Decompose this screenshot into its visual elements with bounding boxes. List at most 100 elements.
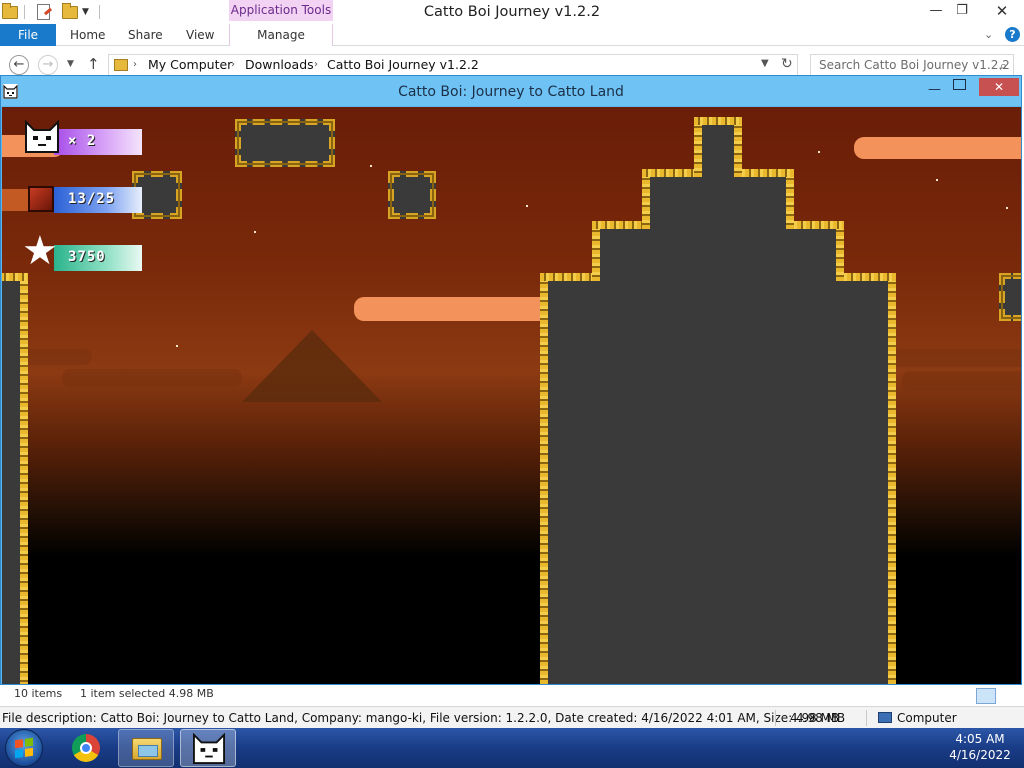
chevron-down-icon[interactable]: ▼	[761, 58, 769, 69]
customize-toolbar-dropdown[interactable]: ▼	[82, 7, 89, 17]
game-minimize-button[interactable]: —	[928, 82, 941, 97]
close-button[interactable]: ✕	[980, 0, 1024, 22]
clock-time: 4:05 AM	[955, 732, 1005, 746]
tower-edge	[734, 119, 742, 177]
box-icon	[28, 186, 54, 212]
new-folder-icon[interactable]	[62, 2, 78, 19]
background-haze	[892, 349, 1021, 367]
background-star	[1006, 207, 1008, 209]
tower-edge	[788, 221, 844, 229]
star-icon: ★	[22, 228, 58, 274]
large-icons-view-button[interactable]	[999, 688, 1019, 704]
background-star	[818, 151, 820, 153]
status-bar: 10 items 1 item selected 4.98 MB	[0, 686, 1024, 706]
game-maximize-button[interactable]	[953, 79, 966, 90]
tower-edge	[592, 221, 648, 229]
score-value: 3750	[68, 249, 106, 265]
windows-logo-icon	[15, 737, 33, 759]
tab-manage[interactable]: Manage	[229, 24, 333, 46]
tower-edge	[888, 273, 896, 684]
game-window: Catto Boi: Journey to Catto Land — ✕ × 2…	[0, 75, 1022, 685]
folder-icon	[132, 738, 162, 760]
cat-icon	[193, 733, 225, 765]
cat-icon	[25, 120, 59, 153]
background-star	[526, 205, 528, 207]
background-pyramid	[242, 330, 382, 402]
refresh-icon[interactable]: ↻	[781, 56, 793, 72]
location-label: Computer	[897, 711, 957, 725]
minimize-button[interactable]: —	[922, 0, 950, 22]
taskbar-file-explorer[interactable]	[118, 729, 174, 767]
start-button[interactable]	[5, 729, 43, 767]
tab-view[interactable]: View	[186, 24, 214, 46]
search-input[interactable]: Search Catto Boi Journey v1.2.2 ⌕	[810, 54, 1014, 76]
chevron-down-icon[interactable]: ⌄	[984, 28, 993, 41]
floating-block	[388, 171, 436, 219]
breadcrumb-separator[interactable]: ›	[314, 57, 318, 73]
folder-icon[interactable]	[2, 2, 18, 19]
tower-edge	[736, 169, 794, 177]
tab-file[interactable]: File	[0, 24, 56, 46]
selection-size: 4.98 MB	[790, 711, 840, 725]
tower-edge	[540, 273, 598, 281]
tower-body	[592, 223, 844, 283]
lives-count: × 2	[68, 133, 97, 149]
forward-button[interactable]: →	[38, 55, 58, 75]
background-star	[254, 231, 256, 233]
hud-lives: × 2	[24, 120, 142, 155]
address-bar[interactable]: › My Computer › Downloads › Catto Boi Jo…	[108, 54, 798, 76]
recent-locations-dropdown[interactable]: ▼	[67, 59, 74, 69]
up-button[interactable]: ↑	[87, 55, 100, 73]
tab-home[interactable]: Home	[70, 24, 105, 46]
tower-body	[540, 273, 896, 684]
tower-edge	[838, 273, 896, 281]
background-cloud	[354, 297, 554, 321]
game-close-button[interactable]: ✕	[979, 78, 1019, 96]
clock-date: 4/16/2022	[949, 748, 1011, 762]
divider	[24, 5, 25, 19]
tab-share[interactable]: Share	[128, 24, 163, 46]
details-view-button[interactable]	[976, 688, 996, 704]
ribbon-tabs: File Home Share View	[0, 24, 1024, 46]
left-pillar-edge	[20, 275, 28, 684]
floating-block	[235, 119, 335, 167]
selection-info: 1 item selected 4.98 MB	[80, 687, 214, 700]
help-icon[interactable]: ?	[1005, 27, 1020, 42]
breadcrumb-downloads[interactable]: Downloads	[245, 57, 314, 73]
taskbar-chrome[interactable]	[58, 729, 114, 767]
tower-edge	[642, 169, 700, 177]
search-icon[interactable]: ⌕	[1000, 57, 1007, 77]
tower-edge	[786, 171, 794, 229]
search-placeholder: Search Catto Boi Journey v1.2.2	[819, 58, 1010, 72]
system-clock[interactable]: 4:05 AM 4/16/2022	[940, 731, 1020, 763]
game-titlebar: Catto Boi: Journey to Catto Land — ✕	[1, 76, 1021, 106]
application-tools-context-tab: Application Tools	[229, 0, 333, 21]
game-canvas[interactable]: × 2 13/25 ★ 3750	[2, 107, 1021, 684]
hud-boxes: 13/25	[24, 186, 142, 213]
taskbar-catto-boi[interactable]	[180, 729, 236, 767]
item-count: 10 items	[14, 687, 63, 700]
breadcrumb-my-computer[interactable]: My Computer	[148, 57, 232, 73]
background-star	[936, 179, 938, 181]
boxes-collected: 13/25	[68, 191, 116, 207]
computer-icon	[878, 712, 892, 723]
explorer-titlebar: ▼ Application Tools Catto Boi Journey v1…	[0, 0, 1024, 24]
properties-icon[interactable]	[37, 4, 50, 20]
chrome-icon	[72, 734, 100, 762]
game-window-title: Catto Boi: Journey to Catto Land	[398, 84, 624, 100]
breadcrumb-current-folder[interactable]: Catto Boi Journey v1.2.2	[327, 57, 479, 73]
tower-body	[642, 171, 794, 231]
breadcrumb-separator[interactable]: ›	[231, 57, 235, 73]
breadcrumb-separator[interactable]: ›	[133, 57, 137, 73]
left-pillar-edge	[2, 273, 28, 281]
tower-edge	[836, 223, 844, 281]
back-button[interactable]: ←	[9, 55, 29, 75]
background-cloud	[854, 137, 1021, 159]
divider	[775, 710, 776, 726]
divider	[98, 5, 100, 19]
restore-button[interactable]: ❐	[948, 0, 976, 22]
tower-edge	[694, 117, 742, 125]
background-star	[370, 165, 372, 167]
tower-edge	[642, 171, 650, 229]
file-description: File description: Catto Boi: Journey to …	[2, 711, 846, 725]
